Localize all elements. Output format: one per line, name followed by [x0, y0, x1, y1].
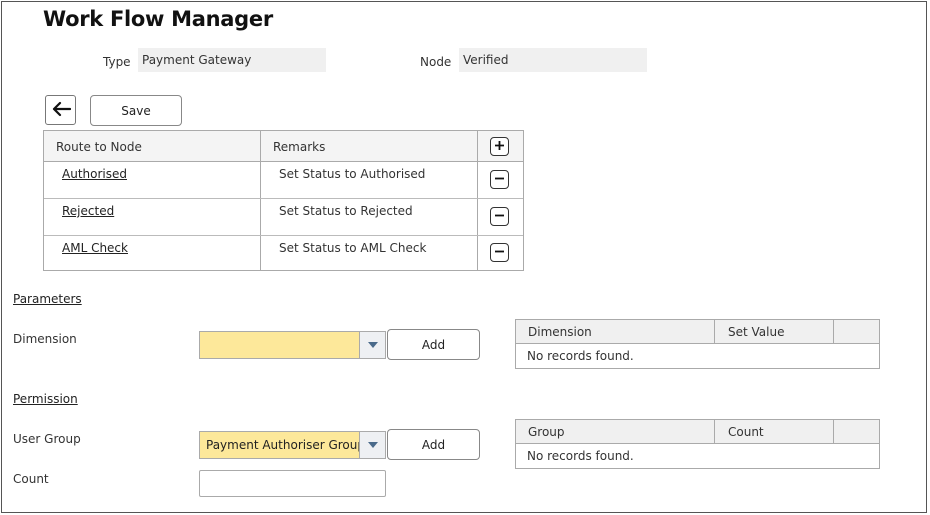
route-remark: Set Status to Authorised [279, 167, 426, 181]
minus-icon [494, 210, 505, 224]
remove-route-button[interactable] [490, 207, 509, 226]
route-node-link[interactable]: Rejected [62, 204, 114, 218]
dropdown-arrow-icon[interactable] [359, 332, 385, 358]
type-field: Payment Gateway [138, 48, 326, 72]
route-table: Route to Node Remarks Authorised Set Sta… [43, 130, 524, 271]
column-header-route: Route to Node [56, 140, 142, 154]
minus-icon [494, 246, 505, 260]
workflow-window: Work Flow Manager Type Payment Gateway N… [1, 1, 927, 513]
table-row: Authorised Set Status to Authorised [44, 162, 523, 198]
column-header-remarks: Remarks [273, 140, 326, 154]
add-route-button[interactable] [490, 137, 509, 156]
route-node-link[interactable]: Authorised [62, 167, 127, 181]
dimension-table: Dimension Set Value No records found. [515, 319, 880, 369]
page-title: Work Flow Manager [43, 7, 273, 31]
group-table: Group Count No records found. [515, 419, 880, 469]
plus-icon [494, 140, 505, 154]
permission-section-link[interactable]: Permission [13, 392, 78, 406]
remove-route-button[interactable] [490, 243, 509, 262]
add-group-button[interactable]: Add [387, 429, 480, 460]
group-table-header: Group Count [516, 420, 879, 444]
dimension-select[interactable] [199, 331, 386, 359]
node-field: Verified [459, 48, 647, 72]
route-remark: Set Status to Rejected [279, 204, 413, 218]
empty-state-text: No records found. [527, 449, 634, 463]
table-row: Rejected Set Status to Rejected [44, 199, 523, 235]
empty-state-text: No records found. [527, 349, 634, 363]
count-input[interactable] [199, 470, 386, 497]
column-header-set-value: Set Value [728, 325, 785, 339]
column-header-group: Group [528, 425, 565, 439]
type-label: Type [103, 55, 131, 69]
add-dimension-button[interactable]: Add [387, 329, 480, 360]
back-button[interactable] [45, 95, 76, 125]
table-row: AML Check Set Status to AML Check [44, 236, 523, 272]
route-remark: Set Status to AML Check [279, 241, 427, 255]
user-group-label: User Group [13, 432, 81, 446]
count-label: Count [13, 472, 49, 486]
user-group-select[interactable]: Payment Authoriser Group [199, 431, 386, 459]
parameters-section-link[interactable]: Parameters [13, 292, 82, 306]
save-button[interactable]: Save [90, 95, 182, 126]
dimension-table-header: Dimension Set Value [516, 320, 879, 344]
remove-route-button[interactable] [490, 170, 509, 189]
arrow-left-icon [51, 101, 71, 120]
dimension-label: Dimension [13, 332, 77, 346]
minus-icon [494, 173, 505, 187]
dropdown-arrow-icon[interactable] [359, 432, 385, 458]
column-header-dimension: Dimension [528, 325, 592, 339]
user-group-select-value: Payment Authoriser Group [206, 438, 365, 452]
route-node-link[interactable]: AML Check [62, 241, 128, 255]
route-table-header: Route to Node Remarks [44, 131, 523, 162]
column-header-count: Count [728, 425, 764, 439]
node-label: Node [420, 55, 452, 69]
